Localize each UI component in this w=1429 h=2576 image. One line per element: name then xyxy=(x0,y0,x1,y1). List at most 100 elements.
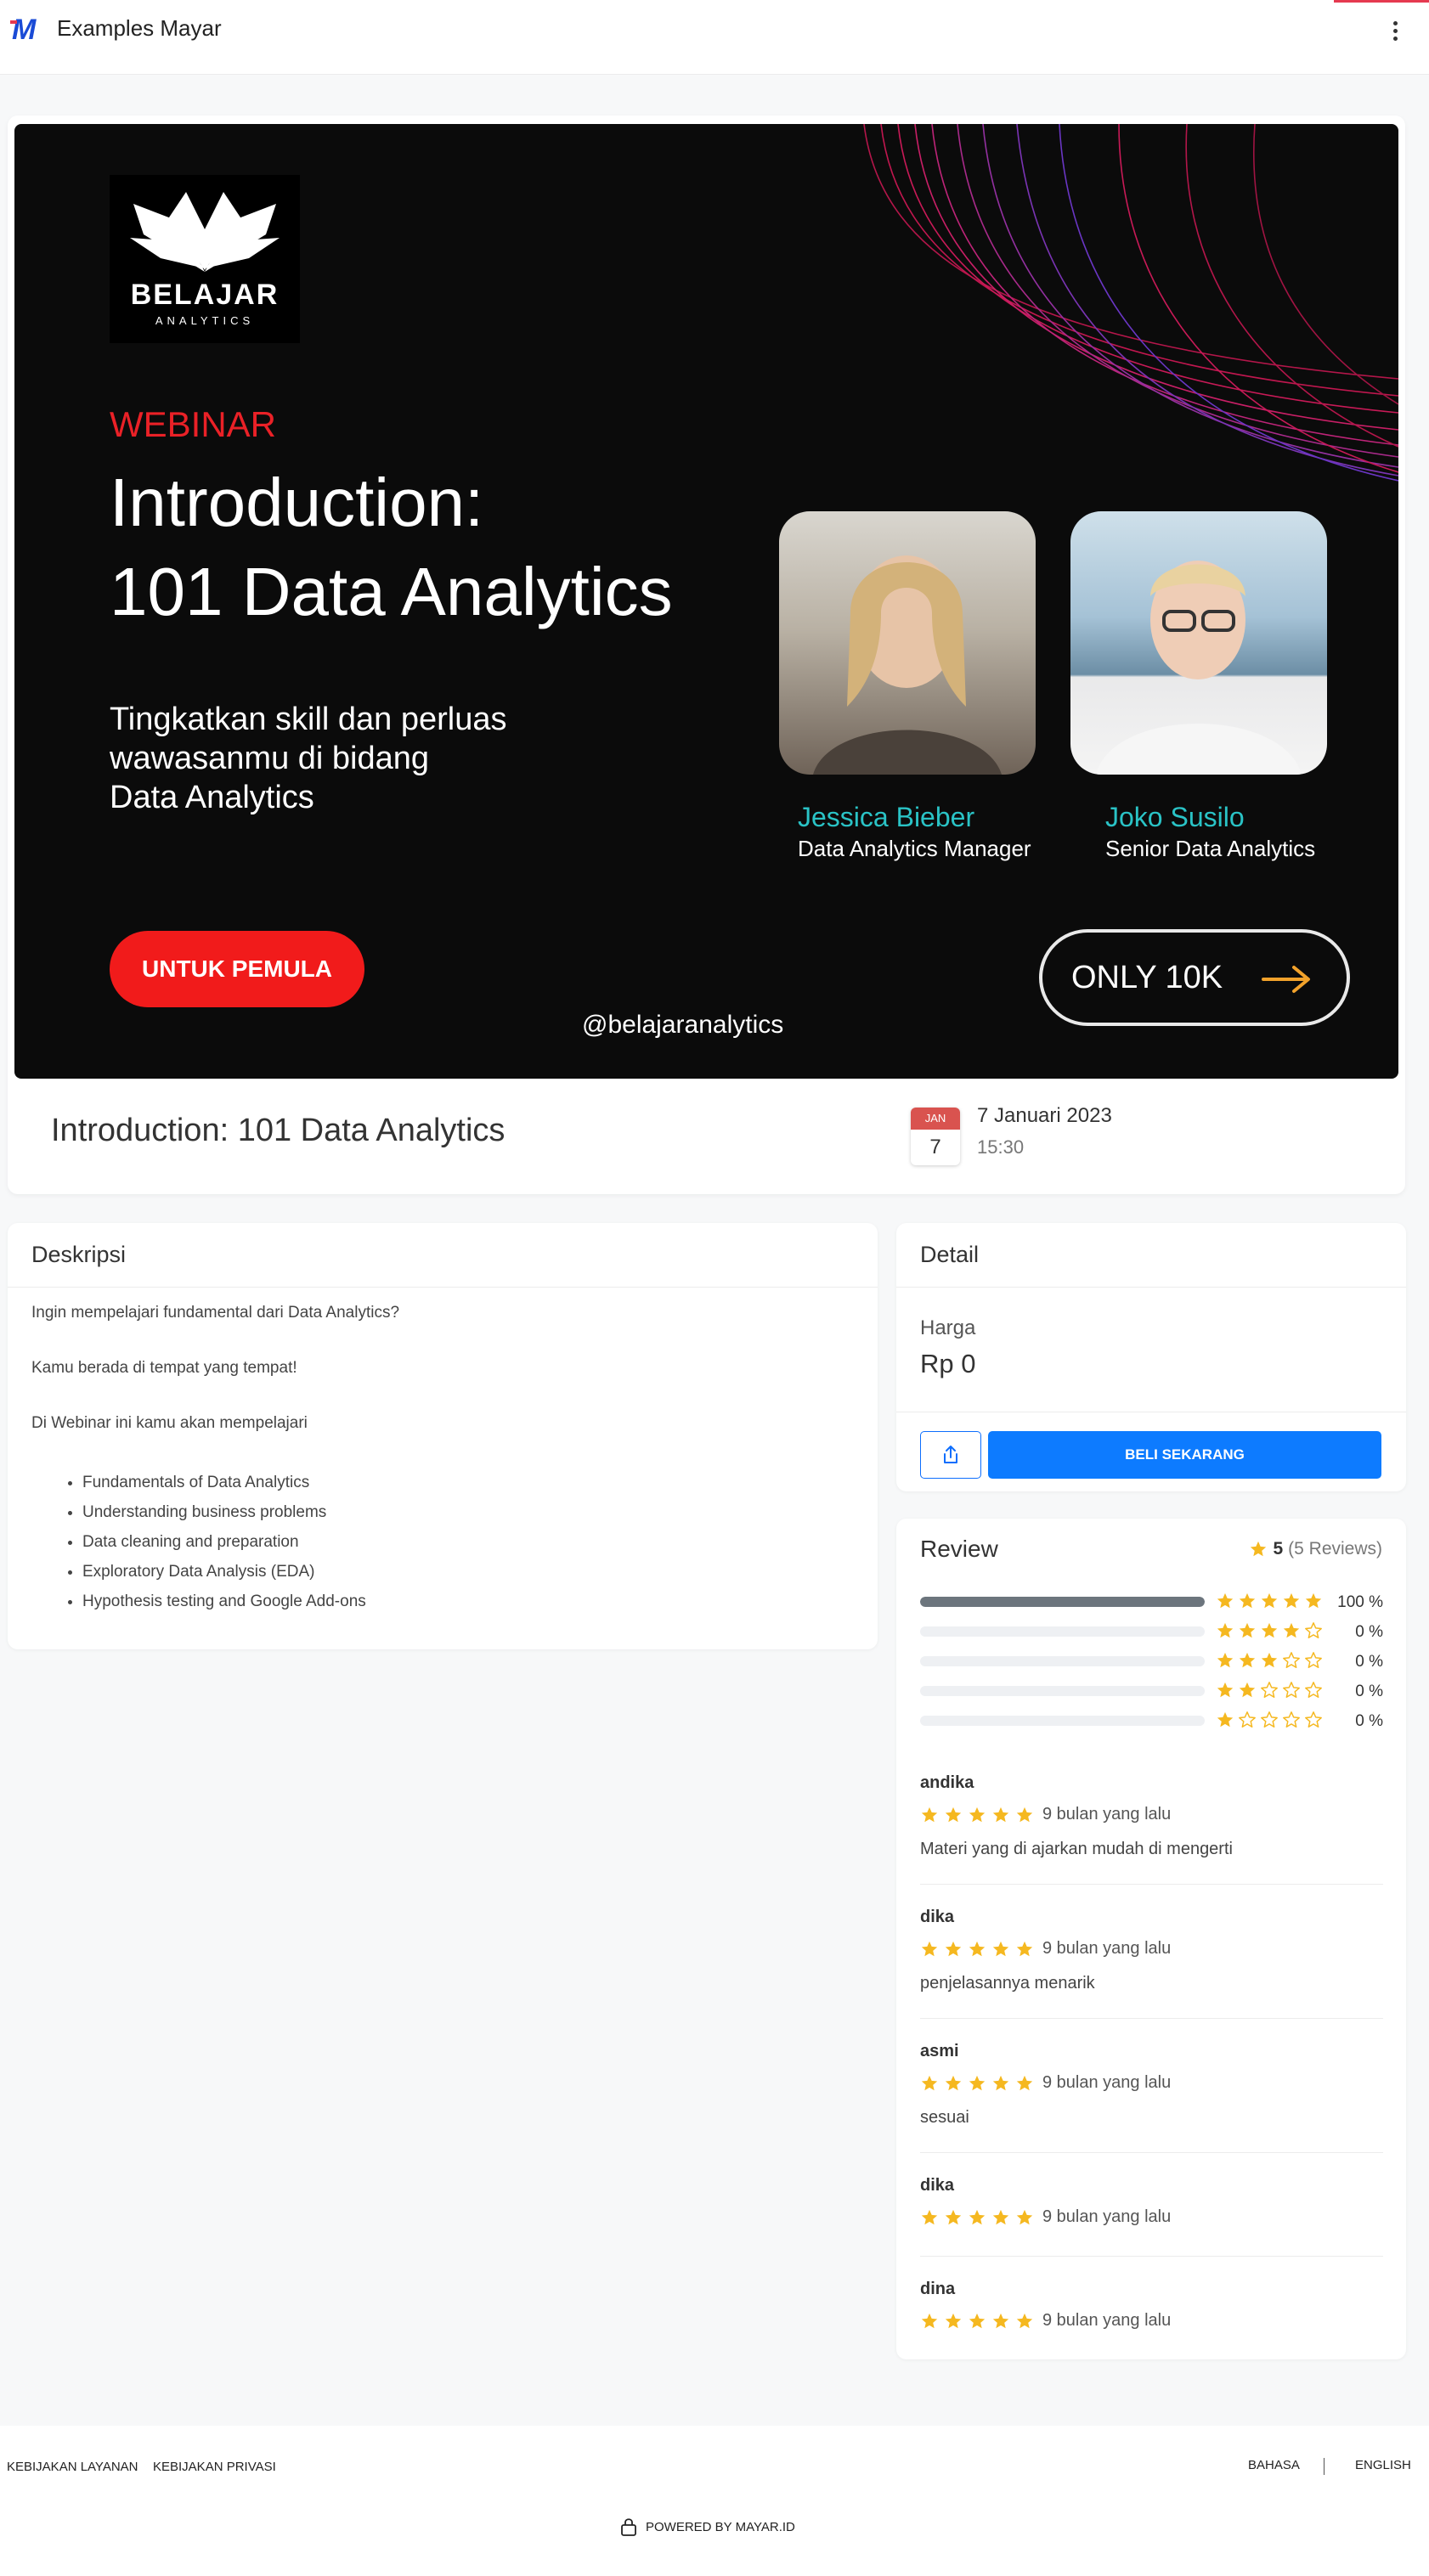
list-item: Exploratory Data Analysis (EDA) xyxy=(82,1564,366,1593)
star-filled-icon xyxy=(969,1941,986,1956)
price-value: Rp 0 xyxy=(920,1349,976,1378)
list-item: Data cleaning and preparation xyxy=(82,1534,366,1564)
star-filled-icon xyxy=(1016,2075,1033,2090)
privacy-link[interactable]: KEBIJAKAN PRIVASI xyxy=(153,2460,276,2474)
star-filled-icon xyxy=(945,1941,962,1956)
banner-tagline-line3: Data Analytics xyxy=(110,780,314,815)
app-title: Examples Mayar xyxy=(57,15,222,41)
star-filled-icon xyxy=(1217,1622,1234,1638)
star-outline-icon xyxy=(1283,1652,1300,1668)
star-filled-icon xyxy=(1305,1592,1322,1609)
star-outline-icon xyxy=(1283,1682,1300,1698)
rating-bar xyxy=(920,1597,1205,1607)
star-filled-icon xyxy=(1217,1711,1234,1728)
rating-stars xyxy=(1216,1681,1323,1699)
review-item: dika 9 bulan yang lalu penjelasannya menar… xyxy=(920,1908,1383,1993)
review-comment: penjelasannya menarik xyxy=(920,1974,1095,1993)
star-filled-icon xyxy=(992,1941,1009,1956)
event-title: Introduction: 101 Data Analytics xyxy=(51,1113,506,1148)
language-selector[interactable]: ENGLISH xyxy=(1355,2458,1411,2472)
speaker-photo-1 xyxy=(779,511,1036,775)
review-meta: 9 bulan yang lalu xyxy=(920,2207,1383,2227)
review-time: 9 bulan yang lalu xyxy=(1042,2073,1172,2092)
reviewer-name: dika xyxy=(920,1908,955,1926)
powered-by[interactable]: POWERED BY MAYAR.ID xyxy=(620,2517,795,2536)
powered-by-text: POWERED BY MAYAR.ID xyxy=(646,2519,795,2534)
rating-row-4: 0 % xyxy=(920,1621,1383,1642)
star-filled-icon xyxy=(992,2313,1009,2328)
star-filled-icon xyxy=(921,2313,938,2328)
price-badge: ONLY 10K xyxy=(1039,929,1350,1026)
description-paragraph: Di Webinar ini kamu akan mempelajari xyxy=(31,1414,308,1432)
price-label: Harga xyxy=(920,1316,976,1339)
person-silhouette-icon xyxy=(1096,561,1302,775)
star-outline-icon xyxy=(1305,1711,1322,1728)
star-filled-icon xyxy=(921,1807,938,1822)
rating-bar-fill xyxy=(920,1597,1205,1607)
review-comment: sesuai xyxy=(920,2108,969,2127)
detail-card: Detail Harga Rp 0 BELI SEKARANG xyxy=(896,1223,1406,1491)
mayar-logo-icon[interactable]: M xyxy=(8,14,42,44)
list-item: Hypothesis testing and Google Add-ons xyxy=(82,1593,366,1623)
terms-link[interactable]: KEBIJAKAN LAYANAN xyxy=(7,2460,138,2474)
star-filled-icon xyxy=(1251,1541,1267,1557)
star-filled-icon xyxy=(1261,1622,1278,1638)
review-time: 9 bulan yang lalu xyxy=(1042,1939,1172,1958)
review-count: (5 Reviews) xyxy=(1288,1539,1382,1559)
star-filled-icon xyxy=(1016,2209,1033,2224)
price-badge-label: ONLY 10K xyxy=(1071,959,1223,995)
star-filled-icon xyxy=(1283,1592,1300,1609)
footer: KEBIJAKAN LAYANAN KEBIJAKAN PRIVASI BAHA… xyxy=(0,2426,1429,2576)
share-button[interactable] xyxy=(920,1431,981,1479)
person-silhouette-icon xyxy=(813,555,1002,775)
review-meta: 9 bulan yang lalu xyxy=(920,1805,1383,1824)
brand-name: BELAJAR xyxy=(130,279,280,311)
description-paragraph: Kamu berada di tempat yang tempat! xyxy=(31,1359,297,1377)
rating-stars xyxy=(1216,1711,1323,1729)
calendar-month: JAN xyxy=(911,1108,960,1130)
rating-row-3: 0 % xyxy=(920,1651,1383,1671)
star-filled-icon xyxy=(945,1807,962,1822)
top-bar: M Examples Mayar xyxy=(0,0,1429,75)
banner-tagline-line2: wawasanmu di bidang xyxy=(110,741,430,776)
reviewer-name: andika xyxy=(920,1773,974,1792)
rating-row-5: 100 % xyxy=(920,1592,1383,1612)
review-heading: Review xyxy=(920,1536,998,1562)
star-outline-icon xyxy=(1261,1682,1278,1698)
description-body: Ingin mempelajari fundamental dari Data … xyxy=(8,1288,878,1609)
star-filled-icon xyxy=(1261,1652,1278,1668)
review-card: Review 5 (5 Reviews) 100 % 0 % 0 % 0 % 0 % a… xyxy=(896,1519,1406,2359)
star-outline-icon xyxy=(1283,1711,1300,1728)
review-time: 9 bulan yang lalu xyxy=(1042,2311,1172,2330)
star-filled-icon xyxy=(1283,1622,1300,1638)
review-comment: Materi yang di ajarkan mudah di mengerti xyxy=(920,1840,1233,1858)
brand-sub: ANALYTICS xyxy=(155,314,255,327)
rating-bar xyxy=(920,1656,1205,1666)
rating-bar xyxy=(920,1626,1205,1637)
speaker-1-role: Data Analytics Manager xyxy=(798,836,1031,861)
star-filled-icon xyxy=(969,1807,986,1822)
rating-stars xyxy=(1216,1592,1323,1610)
review-meta: 9 bulan yang lalu xyxy=(920,2073,1383,2093)
calendar-badge: JAN 7 xyxy=(911,1108,960,1165)
star-filled-icon xyxy=(992,2075,1009,2090)
speaker-2-role: Senior Data Analytics xyxy=(1105,836,1316,861)
rating-percentage: 100 % xyxy=(1337,1593,1383,1611)
banner-label: WEBINAR xyxy=(110,404,277,444)
speaker-2-name: Joko Susilo xyxy=(1105,802,1245,832)
review-average: 5 xyxy=(1273,1539,1284,1559)
event-hero-card: BELAJAR ANALYTICS WEBINAR Introduction: … xyxy=(8,116,1405,1194)
list-item: Understanding business problems xyxy=(82,1504,366,1534)
banner-tagline-line1: Tingkatkan skill dan perluas xyxy=(110,702,507,737)
rating-stars xyxy=(1216,1621,1323,1640)
social-handle: @belajaranalytics xyxy=(582,1011,784,1039)
review-item: asmi 9 bulan yang lalu sesuai xyxy=(920,2042,1383,2128)
review-item: dina 9 bulan yang lalu xyxy=(920,2280,1383,2331)
description-paragraph: Ingin mempelajari fundamental dari Data … xyxy=(31,1304,400,1322)
more-menu-icon[interactable] xyxy=(1387,17,1404,44)
star-filled-icon xyxy=(1016,1941,1033,1956)
buy-now-button[interactable]: BELI SEKARANG xyxy=(988,1431,1381,1479)
review-time: 9 bulan yang lalu xyxy=(1042,1805,1172,1823)
rating-stars xyxy=(1216,1651,1323,1670)
description-card: Deskripsi Ingin mempelajari fundamental … xyxy=(8,1223,878,1649)
